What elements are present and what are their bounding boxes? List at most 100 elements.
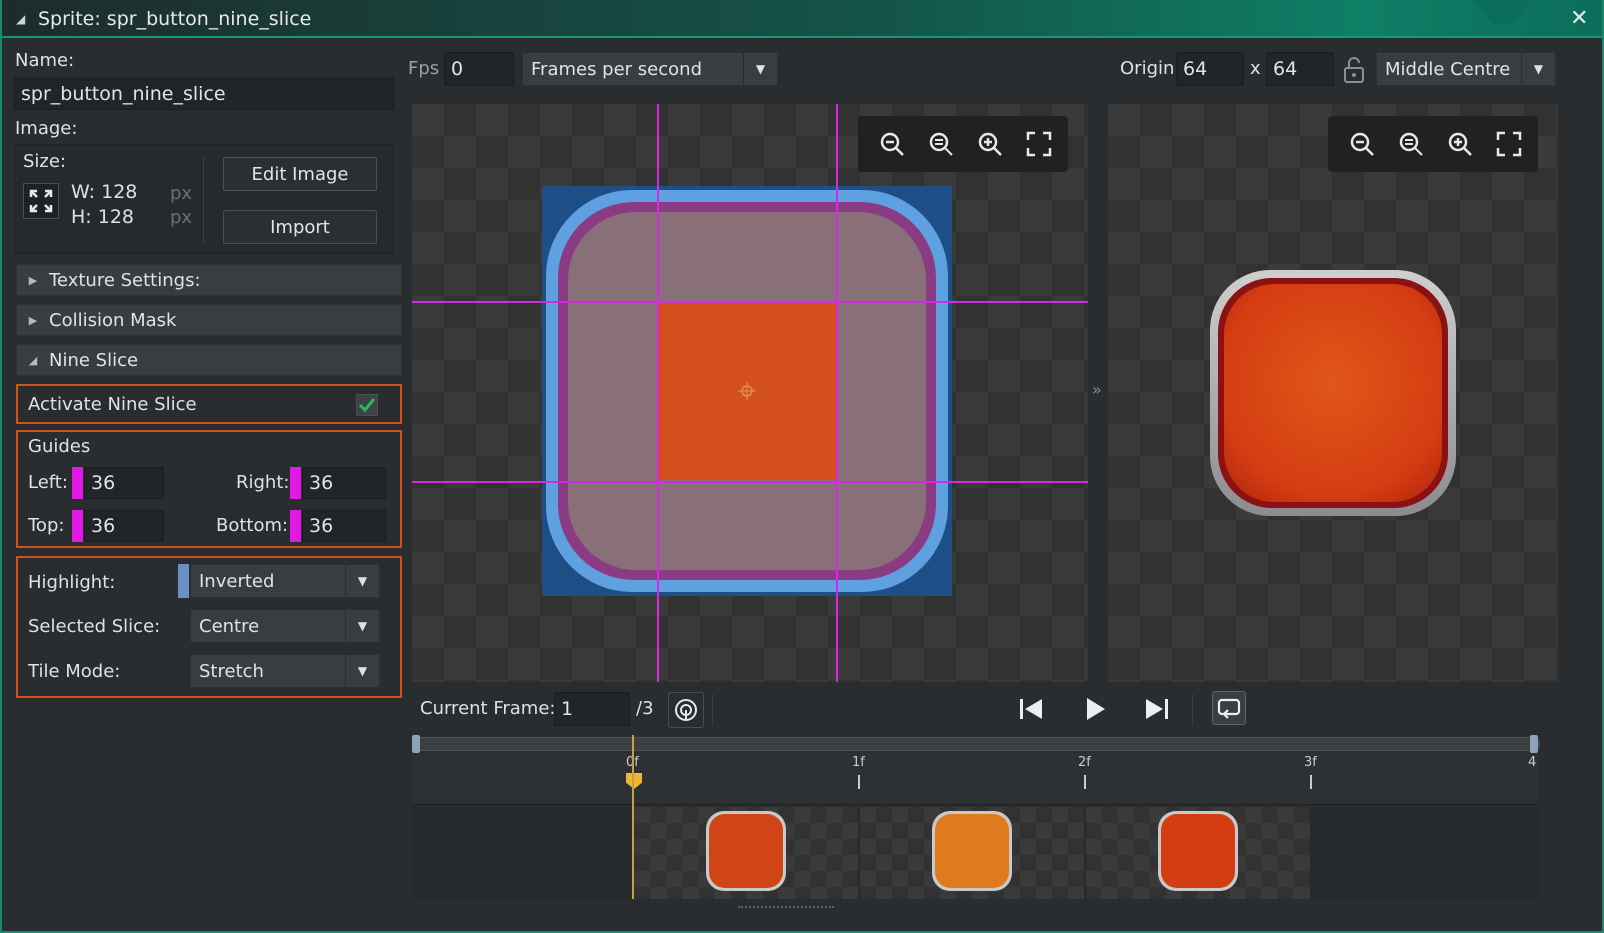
origin-y-input[interactable]: 64 (1266, 52, 1334, 86)
lock-icon[interactable] (1342, 56, 1368, 84)
edit-image-button[interactable]: Edit Image (223, 157, 377, 191)
frame-0-button-face (709, 814, 783, 888)
tick-mark (858, 775, 860, 789)
tick-mark (1310, 775, 1312, 789)
top-guide-line[interactable] (412, 301, 1088, 303)
highlight-dropdown[interactable]: Inverted ▼ (190, 564, 380, 598)
fps-mode-value: Frames per second (531, 58, 702, 80)
title-notch (1472, 0, 1532, 24)
sprite-canvas[interactable] (412, 104, 1088, 682)
play-icon[interactable] (1080, 694, 1110, 724)
frame-thumb-1[interactable] (860, 807, 1084, 899)
onion-skin-icon[interactable] (668, 692, 704, 728)
frame-ruler[interactable]: 0f 1f 2f 3f 4 (412, 753, 1538, 805)
right-guide-label: Right: (236, 472, 290, 493)
divider (203, 157, 204, 243)
height-text: H: 128 (71, 206, 134, 228)
chevron-down-icon: ▼ (345, 565, 379, 597)
tile-mode-value: Stretch (199, 660, 264, 682)
activate-nine-slice-row[interactable]: Activate Nine Slice (16, 384, 402, 424)
origin-x-input[interactable]: 64 (1176, 52, 1244, 86)
texture-settings-header[interactable]: ▶ Texture Settings: (16, 264, 402, 296)
width-unit: px (170, 183, 193, 204)
left-guide-line[interactable] (657, 104, 659, 682)
tick-label-4: 4 (1528, 755, 1537, 770)
top-guide-color (72, 510, 83, 542)
import-button[interactable]: Import (223, 210, 377, 244)
zoom-in-icon[interactable] (970, 124, 1010, 164)
selected-slice-dropdown[interactable]: Centre ▼ (190, 609, 380, 643)
frame-2-button-face (1161, 814, 1235, 888)
panel-splitter-icon[interactable]: » (1092, 380, 1106, 404)
texture-settings-label: Texture Settings: (49, 269, 201, 291)
scrollbar-start-handle[interactable] (412, 735, 420, 753)
canvas-zoom-toolbar (858, 116, 1068, 172)
divider (712, 694, 713, 726)
nine-slice-header[interactable]: ◢ Nine Slice (16, 344, 402, 376)
chevron-down-icon: ▼ (345, 610, 379, 642)
expand-arrow-icon: ▶ (28, 313, 38, 327)
close-icon[interactable]: ✕ (1570, 6, 1588, 31)
scrollbar-end-handle[interactable] (1530, 735, 1538, 753)
total-frames: /3 (636, 698, 654, 719)
fit-to-screen-icon[interactable] (1019, 124, 1059, 164)
zoom-reset-icon[interactable] (921, 124, 961, 164)
origin-separator: x (1250, 58, 1261, 79)
current-frame-label: Current Frame: (420, 698, 556, 719)
frame-thumb-2[interactable] (1086, 807, 1310, 899)
skip-to-end-icon[interactable] (1142, 694, 1172, 724)
zoom-out-icon[interactable] (1342, 124, 1382, 164)
right-guide-line[interactable] (836, 104, 838, 682)
name-input[interactable]: spr_button_nine_slice (14, 78, 394, 110)
right-guide-color (290, 467, 301, 499)
preview-canvas[interactable] (1108, 104, 1558, 682)
top-guide-input[interactable]: 36 (84, 510, 164, 542)
preview-zoom-toolbar (1328, 116, 1538, 172)
name-label: Name: (15, 50, 75, 71)
bottom-guide-color (290, 510, 301, 542)
fps-label: Fps (408, 58, 440, 79)
collision-mask-header[interactable]: ▶ Collision Mask (16, 304, 402, 336)
preview-button-face (1224, 284, 1442, 502)
resize-icon[interactable] (23, 183, 59, 219)
fps-input[interactable]: 0 (444, 52, 514, 86)
tick-label-2: 2f (1078, 755, 1091, 770)
current-frame-input[interactable]: 1 (554, 692, 630, 726)
size-label: Size: (23, 151, 67, 172)
frame-strip (412, 735, 1538, 899)
title-bar[interactable]: ◢ Sprite: spr_button_nine_slice ✕ (2, 0, 1602, 38)
top-guide-label: Top: (28, 515, 65, 536)
activate-nine-slice-checkbox[interactable] (356, 394, 378, 416)
frame-1-button-face (935, 814, 1009, 888)
bottom-guide-line[interactable] (412, 481, 1088, 483)
tile-mode-label: Tile Mode: (28, 661, 121, 682)
collapse-icon[interactable]: ◢ (16, 12, 25, 26)
left-guide-label: Left: (28, 472, 68, 493)
origin-preset-dropdown[interactable]: Middle Centre ▼ (1376, 52, 1556, 86)
width-text: W: 128 (71, 181, 138, 203)
timeline-scrollbar[interactable] (412, 737, 1540, 751)
zoom-out-icon[interactable] (872, 124, 912, 164)
bottom-guide-input[interactable]: 36 (302, 510, 386, 542)
right-guide-input[interactable]: 36 (302, 467, 386, 499)
collision-mask-label: Collision Mask (49, 309, 177, 331)
zoom-in-icon[interactable] (1440, 124, 1480, 164)
frame-thumb-0[interactable] (634, 807, 858, 899)
tick-label-1: 1f (852, 755, 865, 770)
loop-icon[interactable] (1212, 691, 1246, 725)
left-guide-input[interactable]: 36 (84, 467, 164, 499)
properties-panel: Name: spr_button_nine_slice Image: Size:… (10, 42, 404, 712)
origin-preset-value: Middle Centre (1385, 58, 1511, 80)
chevron-down-icon: ▼ (1521, 53, 1555, 85)
zoom-reset-icon[interactable] (1391, 124, 1431, 164)
fps-mode-dropdown[interactable]: Frames per second ▼ (522, 52, 778, 86)
skip-to-start-icon[interactable] (1016, 694, 1046, 724)
guides-label: Guides (28, 436, 91, 457)
playhead-icon[interactable] (626, 773, 642, 789)
fit-to-screen-icon[interactable] (1489, 124, 1529, 164)
divider (1192, 694, 1193, 726)
guides-box: Guides Left: 36 Right: 36 Top: 36 Bottom… (16, 430, 402, 548)
resize-grip[interactable] (738, 906, 834, 910)
chevron-down-icon: ▼ (345, 655, 379, 687)
tile-mode-dropdown[interactable]: Stretch ▼ (190, 654, 380, 688)
